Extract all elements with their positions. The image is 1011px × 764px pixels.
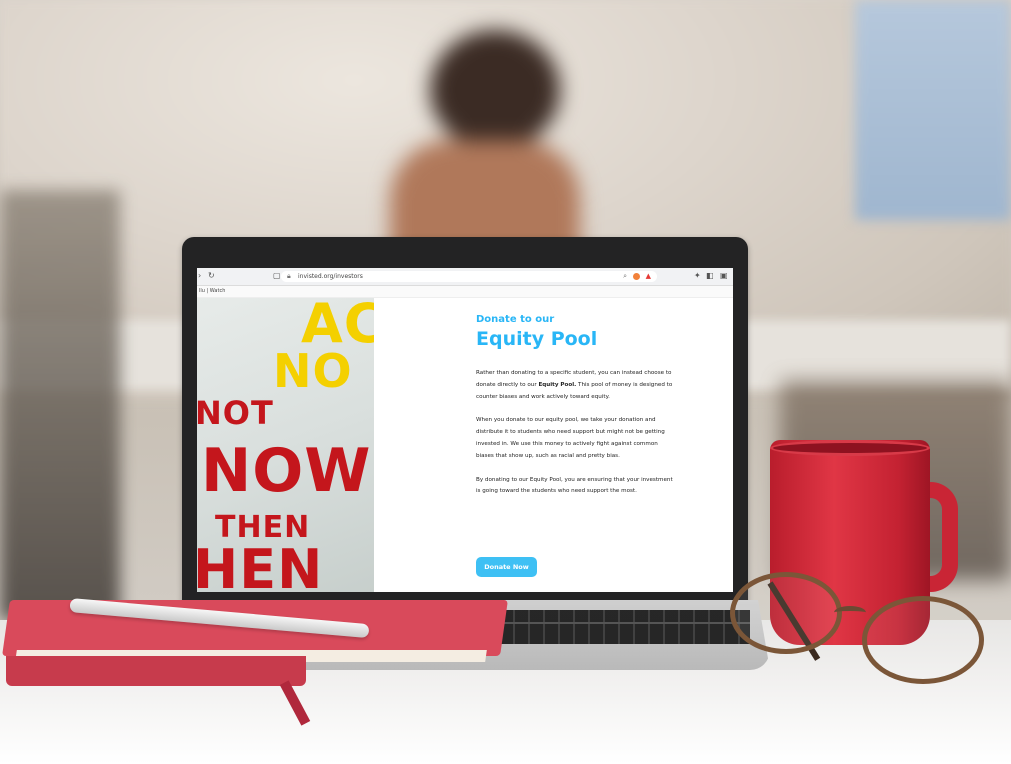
url-text: invisted.org/investors (298, 273, 363, 280)
warning-icon[interactable]: ▲ (646, 272, 651, 281)
glasses-bridge (834, 606, 866, 619)
bookmarks-bar: llu | Watch (197, 286, 733, 298)
graffiti-line-3: NOT (197, 394, 274, 432)
graffiti-image: AC NO NOT NOW THEN HEN (197, 298, 374, 592)
address-bar[interactable]: 🔒︎ invisted.org/investors ⌕ ▲ (281, 271, 657, 282)
person-head (430, 30, 560, 150)
paragraph-details: When you donate to our equity pool, we t… (476, 417, 665, 459)
background-left-object (0, 190, 120, 620)
donate-now-button[interactable]: Donate Now (476, 557, 537, 577)
bookmark-item[interactable]: llu | Watch (199, 287, 225, 296)
donation-section: Donate to our Equity Pool Rather than do… (476, 314, 676, 498)
extension-icon[interactable] (633, 273, 640, 280)
browser-toolbar: › ↻ ▢ 🔒︎ invisted.org/investors ⌕ ▲ ✦ ◧ … (197, 268, 733, 286)
lock-icon[interactable]: 🔒︎ (287, 271, 291, 282)
paragraph-closing: By donating to our Equity Pool, you are … (476, 476, 673, 495)
paragraph-intro-bold: Equity Pool. (538, 381, 577, 388)
bookmark-icon[interactable]: ▢ (273, 271, 281, 281)
window-icon[interactable]: ▣ (720, 271, 728, 281)
back-icon[interactable]: › (198, 271, 201, 281)
laptop-screen: › ↻ ▢ 🔒︎ invisted.org/investors ⌕ ▲ ✦ ◧ … (197, 268, 733, 592)
sidepanel-icon[interactable]: ◧ (706, 271, 714, 281)
paragraph-intro: Rather than donating to a specific stude… (476, 368, 676, 403)
keyboard-row-divider (470, 622, 750, 624)
graffiti-line-4: NOW (201, 436, 372, 506)
glasses-lens-right (862, 596, 984, 684)
graffiti-line-6: HEN (197, 538, 324, 592)
page-title: Equity Pool (476, 328, 598, 350)
mug-rim (770, 440, 930, 456)
eyeglasses (730, 570, 990, 690)
background-monitor (855, 0, 1011, 220)
notebook-spine (6, 656, 306, 686)
puzzle-icon[interactable]: ✦ (694, 271, 701, 281)
reload-icon[interactable]: ↻ (208, 271, 215, 281)
graffiti-line-2: NO (273, 344, 353, 398)
laptop-keyboard (470, 610, 750, 644)
section-kicker: Donate to our (476, 314, 555, 325)
glasses-lens-left (730, 572, 842, 654)
zoom-icon[interactable]: ⌕ (623, 271, 627, 282)
